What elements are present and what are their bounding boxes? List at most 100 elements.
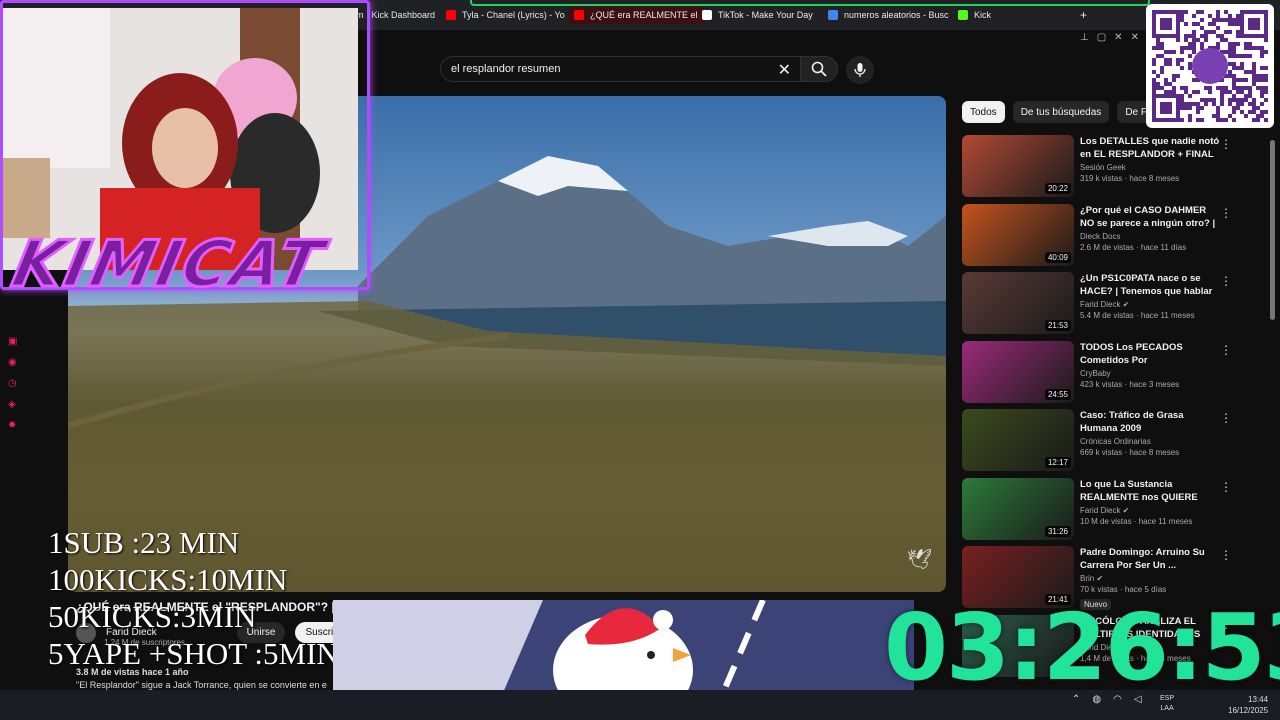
stream-timer: 03:26:53 [884, 594, 1280, 701]
clear-search-icon[interactable]: ✕ [778, 60, 791, 80]
yape-qr-code [1146, 4, 1274, 128]
tab-label: Kick [974, 10, 992, 20]
tab-label: Tyla - Chanel (Lyrics) - Yo [462, 10, 565, 20]
duration-badge: 24:55 [1044, 388, 1071, 400]
recommendation-title[interactable]: Caso: Tráfico de Grasa Humana 2009 [1080, 409, 1220, 435]
browser-tab[interactable]: TikTok - Make Your Day [702, 6, 813, 24]
recommendation-title[interactable]: ¿Un PS1C0PATA nace o se HACE? | Tenemos … [1080, 272, 1220, 298]
goal-line: 50KICKS:3MIN [48, 599, 257, 634]
recommendation-title[interactable]: Lo que La Sustancia REALMENTE nos QUIERE… [1080, 478, 1220, 504]
more-options-icon[interactable]: ⋮ [1220, 274, 1232, 288]
video-thumbnail[interactable]: 12:17 [962, 409, 1074, 471]
voice-search-button[interactable] [846, 56, 874, 84]
browser-tab[interactable]: numeros aleatorios - Busc [828, 6, 949, 24]
language-code: ESP [1160, 695, 1175, 702]
goal-line: 1SUB :23 MIN [48, 525, 240, 560]
duration-badge: 40:09 [1044, 251, 1071, 263]
scrollbar[interactable] [1270, 140, 1275, 320]
browser-tab[interactable]: ¿QUÉ era REALMENTE el [568, 6, 704, 24]
recommendation-meta: Los DETALLES que nadie notó en EL RESPLA… [1080, 135, 1220, 204]
recommendation-channel[interactable]: Sesión Geek [1080, 163, 1220, 172]
more-options-icon[interactable]: ⋮ [1220, 343, 1232, 357]
video-thumbnail[interactable]: 40:09 [962, 203, 1074, 266]
filter-chip[interactable]: Todos [962, 101, 1005, 123]
browser-tab[interactable]: Tyla - Chanel (Lyrics) - Yo [446, 6, 565, 24]
search-button[interactable] [800, 56, 838, 82]
browser-toolbar-icons: ⊥ ▢ ✕ ✕ [1080, 32, 1139, 43]
recommendation-title[interactable]: Padre Domingo: Arruino Su Carrera Por Se… [1080, 546, 1220, 572]
recommendation-item[interactable]: 20:22 Los DETALLES que nadie notó en EL R… [962, 135, 1232, 204]
video-thumbnail[interactable]: 20:22 [962, 135, 1074, 197]
browser-tab[interactable]: Kick [958, 6, 991, 24]
chat-icon[interactable]: ◈ [8, 399, 17, 410]
more-options-icon[interactable]: ⋮ [1220, 206, 1232, 220]
more-options-icon[interactable]: ⋮ [1220, 411, 1232, 425]
video-thumbnail[interactable]: 24:55 [962, 340, 1074, 403]
recommendation-item[interactable]: 21:53 ¿Un PS1C0PATA nace o se HACE? | Ten… [962, 272, 1232, 341]
channel-name: CryBaby [1080, 368, 1111, 378]
yape-logo-icon [1192, 48, 1228, 84]
recommendation-stats: 319 k vistas · hace 8 meses [1080, 174, 1180, 183]
video-thumbnail[interactable]: 31:26 [962, 477, 1074, 540]
more-options-icon[interactable]: ⋮ [1220, 480, 1232, 494]
recommendation-item[interactable]: 40:09 ¿Por qué el CASO DAHMER NO se parec… [962, 203, 1232, 273]
recommendation-meta: Caso: Tráfico de Grasa Humana 2009 Crónic… [1080, 409, 1220, 478]
recommendation-channel[interactable]: Dieck Docs [1080, 232, 1220, 241]
recommendation-stats: 70 k vistas · hace 5 días [1080, 585, 1167, 594]
duration-badge: 20:22 [1044, 183, 1071, 194]
recommendation-channel[interactable]: Crónicas Ordinarias [1080, 437, 1220, 446]
chevron-up-icon[interactable]: ⌃ [1072, 694, 1080, 705]
recommendation-channel[interactable]: Brin ✔ [1080, 574, 1220, 583]
wifi-icon[interactable]: ◠ [1113, 694, 1122, 705]
settings-icon[interactable]: ✹ [8, 420, 17, 431]
recommendation-meta: ¿Por qué el CASO DAHMER NO se parece a n… [1080, 204, 1220, 273]
clock-icon[interactable]: ◷ [8, 378, 17, 389]
channel-name: Sesión Geek [1080, 163, 1126, 172]
recommendation-stats: 10 M de vistas · hace 11 meses [1080, 516, 1193, 526]
recommendation-title[interactable]: Los DETALLES que nadie notó en EL RESPLA… [1080, 135, 1220, 161]
new-tab-button[interactable]: + [1080, 8, 1087, 22]
close-window-icon[interactable]: ✕ [1114, 32, 1122, 43]
qr-code-icon [1152, 10, 1268, 122]
recommendation-channel[interactable]: Farid Dieck ✔ [1080, 506, 1220, 515]
search-icon [811, 61, 827, 77]
system-clock[interactable]: 13:44 16/12/2025 [1228, 694, 1268, 716]
recommendation-item[interactable]: 31:26 Lo que La Sustancia REALMENTE nos Q… [962, 477, 1232, 547]
channel-name: Farid Dieck [1080, 505, 1121, 515]
verified-icon: ✔ [1120, 505, 1130, 515]
system-tray: ⌃ ◍ ◠ ◁ [1072, 694, 1142, 705]
more-options-icon[interactable]: ⋮ [1220, 548, 1232, 562]
recommendation-title[interactable]: TODOS Los PECADOS Cometidos Por ARIGAMEP… [1080, 341, 1220, 367]
recommendation-title[interactable]: ¿Por qué el CASO DAHMER NO se parece a n… [1080, 204, 1220, 230]
language-indicator[interactable]: ESP LAA [1160, 694, 1174, 714]
youtube-icon [446, 10, 456, 20]
duration-badge: 31:26 [1044, 525, 1071, 537]
close-icon[interactable]: ✕ [1131, 32, 1139, 43]
kick-icon [958, 10, 968, 20]
clock-date: 16/12/2025 [1228, 706, 1269, 715]
search-bar[interactable]: el resplandor resumen ✕ [440, 56, 802, 82]
video-thumbnail[interactable]: 21:53 [962, 272, 1074, 334]
tab-label: TikTok - Make Your Day [718, 10, 813, 20]
twitch-icon[interactable]: ▣ [8, 336, 17, 347]
volume-icon[interactable]: ◁ [1134, 694, 1142, 705]
channel-name: Crónicas Ordinarias [1080, 437, 1151, 446]
window-icon[interactable]: ▢ [1097, 32, 1106, 43]
recommendation-channel[interactable]: Farid Dieck ✔ [1080, 300, 1220, 309]
filter-chip[interactable]: De tus búsquedas [1012, 101, 1110, 123]
tiktok-icon [702, 10, 712, 20]
search-input[interactable]: el resplandor resumen [451, 63, 560, 75]
recommendation-meta: TODOS Los PECADOS Cometidos Por ARIGAMEP… [1080, 341, 1220, 410]
recommendation-channel[interactable]: CryBaby [1080, 369, 1220, 378]
network-icon[interactable]: ◍ [1092, 694, 1101, 705]
more-options-icon[interactable]: ⋮ [1220, 137, 1232, 151]
google-icon [828, 10, 838, 20]
tab-label: ¿QUÉ era REALMENTE el [590, 10, 698, 20]
recommendation-item[interactable]: 12:17 Caso: Tráfico de Grasa Humana 2009 C… [962, 409, 1232, 478]
recommendation-stats: 423 k vistas · hace 3 meses [1080, 379, 1180, 389]
recommendation-item[interactable]: 24:55 TODOS Los PECADOS Cometidos Por ARI… [962, 340, 1232, 410]
record-icon[interactable]: ◉ [8, 357, 17, 368]
channel-watermark-icon[interactable]: 🕊 [907, 547, 932, 572]
pin-icon[interactable]: ⊥ [1080, 32, 1089, 43]
streamer-logo: KIMICAT [5, 227, 333, 304]
